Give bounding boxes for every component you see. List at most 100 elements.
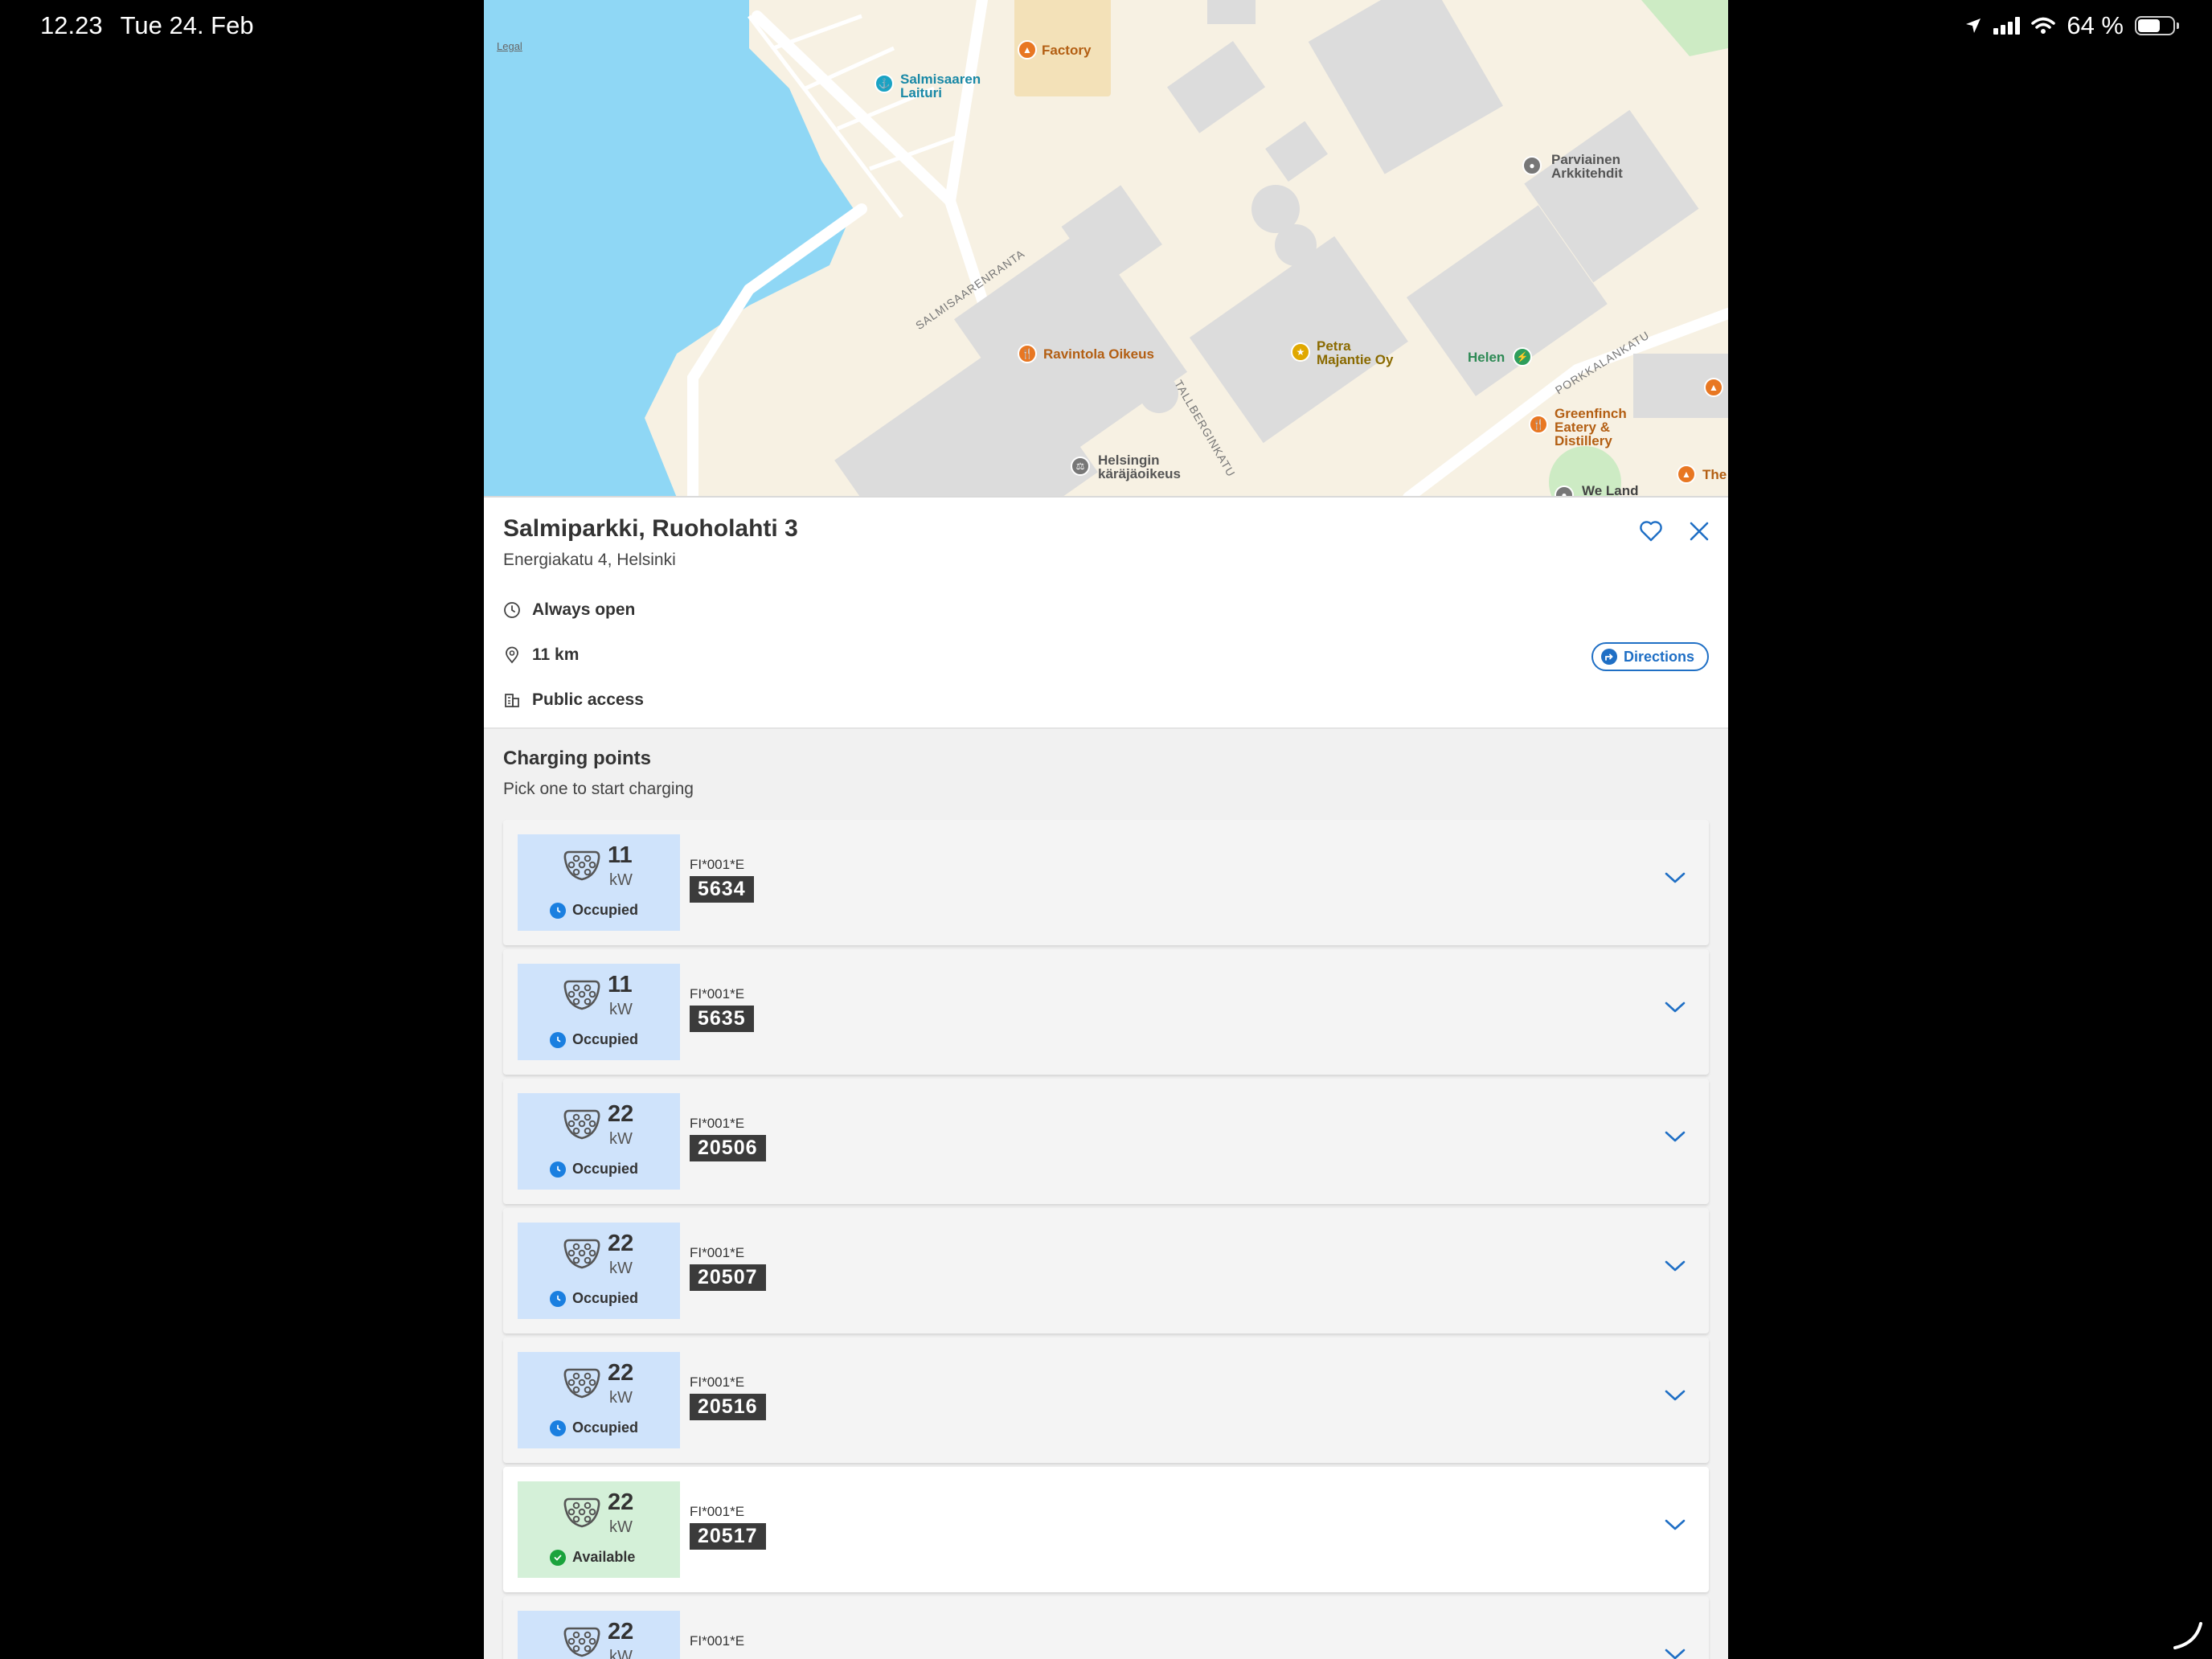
map-legal-link[interactable]: Legal [497, 40, 522, 52]
chevron-down-icon[interactable] [1664, 1517, 1686, 1533]
home-indicator-icon [2173, 1622, 2202, 1649]
station-info-card: Salmiparkki, Ruoholahti 3 Energiakatu 4,… [484, 498, 1728, 729]
power-unit: kW [609, 1518, 633, 1536]
power-value: 22 [608, 1619, 634, 1645]
charging-point-card[interactable]: 22 kW Available FI*001*E 20517 [503, 1467, 1709, 1592]
status-label: Occupied [572, 1031, 639, 1047]
ev-charger-poi-icon[interactable]: ⚡ [1513, 347, 1532, 367]
evse-prefix: FI*001*E [690, 1116, 745, 1131]
map-label-helen[interactable]: Helen [1468, 350, 1505, 364]
station-address: Energiakatu 4, Helsinki [503, 551, 676, 569]
charging-point-card[interactable]: 22 kW Occupied FI*001*E 20506 [503, 1079, 1709, 1204]
power-value: 22 [608, 1489, 634, 1515]
map-label-the[interactable]: The [1702, 468, 1727, 481]
type2-plug-icon [563, 1627, 600, 1657]
restaurant-poi-icon[interactable]: 🍴 [1018, 344, 1037, 363]
map-label-parviainen[interactable]: Parviainen Arkkitehdit [1551, 153, 1648, 180]
map-label-ravintola-oikeus[interactable]: Ravintola Oikeus [1043, 347, 1154, 361]
power-value: 22 [608, 1360, 634, 1386]
evse-prefix: FI*001*E [690, 1374, 745, 1390]
clock-icon [550, 902, 566, 919]
clock-icon [550, 1031, 566, 1048]
battery-percent: 64 % [2067, 11, 2124, 39]
chevron-down-icon[interactable] [1664, 1646, 1686, 1659]
office-poi-icon[interactable]: ● [1522, 156, 1542, 175]
charging-point-card[interactable]: 22 kW FI*001*E [503, 1596, 1709, 1659]
location-arrow-icon [1966, 18, 1981, 33]
restaurant-poi-icon[interactable]: 🍴 [1529, 415, 1548, 434]
power-unit: kW [609, 871, 633, 889]
type2-plug-icon [563, 1109, 600, 1140]
charging-points-subtitle: Pick one to start charging [503, 780, 694, 798]
chevron-down-icon[interactable] [1664, 1387, 1686, 1403]
evse-code: 20506 [690, 1135, 766, 1161]
check-circle-icon [550, 1549, 566, 1566]
date: Tue 24. Feb [120, 11, 254, 39]
status-bar-left: 12.23 Tue 24. Feb [40, 11, 254, 40]
status-bar-right: 64 % [1964, 11, 2179, 40]
charging-point-tile: 22 kW Occupied [518, 1223, 680, 1319]
restaurant-poi-icon[interactable]: ▲ [1677, 465, 1696, 484]
pier-poi-icon[interactable]: ⚓ [875, 74, 894, 93]
building-icon [505, 694, 519, 707]
evse-prefix: FI*001*E [690, 857, 745, 872]
charging-point-card[interactable]: 11 kW Occupied FI*001*E 5635 [503, 949, 1709, 1075]
power-unit: kW [609, 1389, 633, 1407]
evse-code: 5635 [690, 1006, 754, 1032]
app-panel: Legal ▲ Factory ⚓ Salmisaaren Laituri ● … [484, 0, 1728, 1659]
evse-prefix: FI*001*E [690, 986, 745, 1002]
map-label-helsingin-karajaoikeus[interactable]: Helsingin käräjäoikeus [1098, 453, 1194, 481]
power-value: 22 [608, 1101, 634, 1127]
chevron-down-icon[interactable] [1664, 1129, 1686, 1145]
court-poi-icon[interactable]: ⚖ [1071, 457, 1090, 476]
distance-row: 11 km [503, 645, 579, 665]
charging-point-tile: 22 kW Occupied [518, 1352, 680, 1448]
type2-plug-icon [563, 980, 600, 1010]
clock-icon [550, 1161, 566, 1178]
availability-status: Occupied [550, 1290, 638, 1307]
chevron-down-icon[interactable] [1664, 1258, 1686, 1274]
map-label-petra-majantie[interactable]: Petra Majantie Oy [1317, 339, 1405, 367]
map-label-we-land[interactable]: We Land [1582, 484, 1639, 496]
availability-status: Occupied [550, 1031, 638, 1048]
evse-prefix: FI*001*E [690, 1504, 745, 1519]
map-label-salmisaaren-laituri[interactable]: Salmisaaren Laituri [900, 72, 997, 100]
battery-icon [2135, 16, 2179, 35]
factory-poi-icon[interactable]: ▲ [1018, 40, 1037, 59]
availability-status: Occupied [550, 1419, 638, 1436]
map-label-greenfinch[interactable]: Greenfinch Eatery & Distillery [1555, 407, 1643, 448]
charging-point-tile: 11 kW Occupied [518, 834, 680, 931]
favorite-heart-icon[interactable] [1638, 518, 1664, 544]
power-value: 22 [608, 1231, 634, 1256]
charging-points-list: 11 kW Occupied FI*001*E 5634 11 kW Occup… [503, 820, 1709, 1659]
evse-prefix: FI*001*E [690, 1245, 745, 1260]
type2-plug-icon [563, 850, 600, 881]
chevron-down-icon[interactable] [1664, 999, 1686, 1015]
charging-point-tile: 11 kW Occupied [518, 964, 680, 1060]
chevron-down-icon[interactable] [1664, 870, 1686, 886]
map-view[interactable]: Legal ▲ Factory ⚓ Salmisaaren Laituri ● … [484, 0, 1728, 498]
clock-icon [550, 1290, 566, 1307]
charging-point-card[interactable]: 11 kW Occupied FI*001*E 5634 [503, 820, 1709, 945]
directions-icon [1600, 649, 1617, 665]
access-type: Public access [532, 690, 644, 709]
clock: 12.23 [40, 11, 103, 39]
charging-point-card[interactable]: 22 kW Occupied FI*001*E 20516 [503, 1337, 1709, 1463]
charging-point-tile: 22 kW Available [518, 1481, 680, 1578]
location-pin-icon [506, 646, 518, 664]
restaurant-poi-icon[interactable]: ▲ [1704, 378, 1723, 397]
map-label-factory[interactable]: Factory [1042, 43, 1091, 57]
cellular-signal-icon [1993, 17, 2021, 35]
distance: 11 km [532, 645, 580, 664]
power-value: 11 [608, 972, 633, 997]
business-poi-icon[interactable]: ★ [1291, 342, 1310, 362]
status-label: Occupied [572, 1419, 639, 1436]
evse-code: 20517 [690, 1523, 766, 1550]
directions-button[interactable]: Directions [1591, 642, 1709, 671]
type2-plug-icon [563, 1497, 600, 1528]
charging-point-card[interactable]: 22 kW Occupied FI*001*E 20507 [503, 1208, 1709, 1333]
evse-code: 5634 [690, 876, 754, 903]
availability-status: Available [550, 1549, 635, 1566]
close-icon[interactable] [1686, 518, 1712, 544]
access-row: Public access [503, 690, 644, 710]
